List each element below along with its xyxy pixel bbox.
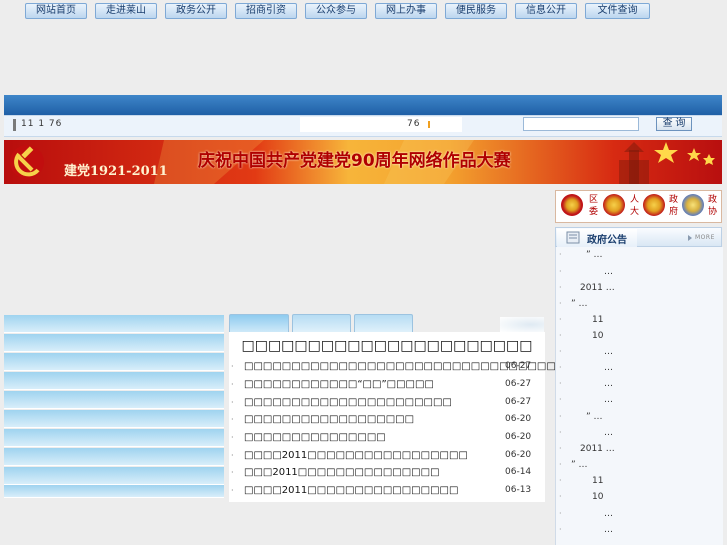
list-item[interactable]: ·” … (556, 457, 723, 473)
info-bar-marker (13, 119, 16, 131)
party-committee-emblem-icon[interactable] (561, 194, 583, 216)
list-item[interactable]: ·… (556, 344, 723, 360)
news-date: 06-20 (505, 432, 532, 442)
search-input[interactable] (523, 117, 639, 131)
nav-home[interactable]: 网站首页 (25, 3, 87, 19)
news-title[interactable]: □□□□□□□□□□□□□□□ (244, 432, 386, 443)
nav-document-search[interactable]: 文件查询 (585, 3, 650, 19)
gov-notice-list: ·” … ·… · 2011 … ·” … · 11 · 10 ·… ·… ·… ·…… (555, 247, 723, 545)
left-menu-bar[interactable] (4, 391, 224, 409)
hammer-sickle-icon (10, 145, 44, 179)
list-item[interactable]: ·… (556, 376, 723, 392)
tab-news-active[interactable] (229, 314, 289, 333)
gov-notice-more-link[interactable]: MORE (695, 234, 715, 241)
nav-about[interactable]: 走进莱山 (95, 3, 157, 19)
scrolling-notice-area (300, 117, 462, 132)
news-date: 06-20 (505, 450, 532, 460)
list-item[interactable]: ·… (556, 522, 723, 538)
news-row[interactable]: · □□□□□□□□□□□□□□□□□□□□□□□□□□□□□□□□□ 06-27 (229, 360, 556, 378)
news-date: 06-20 (505, 414, 532, 424)
list-item[interactable]: · 10 (556, 328, 723, 344)
list-item[interactable]: · 10 (556, 489, 723, 505)
news-date: 06-14 (505, 467, 532, 477)
org-label-party[interactable]: 区 委 (589, 194, 599, 218)
nav-investment[interactable]: 招商引资 (235, 3, 297, 19)
tab-news-2[interactable] (292, 314, 351, 333)
chevron-right-icon (688, 235, 692, 241)
nav-online-services[interactable]: 网上办事 (375, 3, 437, 19)
left-menu-bar[interactable] (4, 429, 224, 447)
news-date: 06-27 (505, 361, 532, 371)
date-weather-text: 11 1 76 (21, 119, 63, 129)
list-item[interactable]: · 11 (556, 473, 723, 489)
left-menu-bar[interactable] (4, 334, 224, 352)
banner-headline: 庆祝中国共产党建党90周年网络作品大赛 (198, 151, 511, 171)
news-title[interactable]: □□□□□□□□□□□□□□□□□□□□□□ (244, 397, 452, 408)
news-row[interactable]: · □□□□□□□□□□□□□□□□□□□□□□ 06-27 (229, 396, 545, 414)
left-menu-bar[interactable] (4, 372, 224, 390)
news-row[interactable]: · □□□□2011□□□□□□□□□□□□□□□□ 06-13 (229, 484, 545, 502)
government-emblem-icon[interactable] (643, 194, 665, 216)
list-item[interactable]: ·… (556, 360, 723, 376)
list-item[interactable]: ·… (556, 392, 723, 408)
left-menu-bar[interactable] (4, 315, 224, 333)
nav-gov-affairs[interactable]: 政务公开 (165, 3, 227, 19)
left-menu-bar[interactable] (4, 410, 224, 428)
news-title[interactable]: □□□□□□□□□□□□“□□”□□□□□ (244, 379, 434, 390)
monument-icon (619, 142, 649, 184)
nav-info-disclosure[interactable]: 信息公开 (515, 3, 577, 19)
cppcc-emblem-icon[interactable] (682, 194, 704, 216)
banner-years-text: 建党1921-2011 (64, 164, 168, 179)
left-menu-bar[interactable] (4, 485, 224, 498)
news-date: 06-13 (505, 485, 532, 495)
gov-notice-title: 政府公告 (587, 235, 627, 246)
tab-news-3[interactable] (354, 314, 413, 333)
peoples-congress-emblem-icon[interactable] (603, 194, 625, 216)
list-item[interactable]: ·” … (556, 409, 723, 425)
list-item[interactable]: · 2011 … (556, 441, 723, 457)
news-row[interactable]: · □□□□2011□□□□□□□□□□□□□□□□□ 06-20 (229, 449, 545, 467)
news-row[interactable]: · □□□□□□□□□□□□□□□□□□ 06-20 (229, 413, 545, 431)
news-title[interactable]: □□□□□□□□□□□□□□□□□□ (244, 414, 414, 425)
list-item[interactable]: ·” … (556, 247, 723, 263)
headline-news[interactable]: □□□□□□□□□□□□□□□□□□□□□□ (229, 338, 545, 354)
scrolling-notice-number: 76 (407, 119, 421, 129)
org-label-congress[interactable]: 人 大 (630, 194, 640, 218)
news-row[interactable]: · □□□□□□□□□□□□“□□”□□□□□ 06-27 (229, 378, 545, 396)
left-menu-bar[interactable] (4, 353, 224, 371)
list-item[interactable]: ·” … (556, 296, 723, 312)
news-row[interactable]: · □□□□□□□□□□□□□□□ 06-20 (229, 431, 545, 449)
left-menu-bar[interactable] (4, 448, 224, 466)
stars-icon (654, 142, 715, 165)
list-item[interactable]: · 2011 … (556, 280, 723, 296)
document-icon (566, 231, 580, 244)
left-menu-bar[interactable] (4, 467, 224, 485)
notice-indicator-icon (428, 121, 430, 128)
search-button[interactable]: 查 询 (656, 117, 692, 131)
news-title[interactable]: □□□□2011□□□□□□□□□□□□□□□□□ (244, 450, 468, 461)
list-item[interactable]: ·… (556, 264, 723, 280)
news-date: 06-27 (505, 379, 532, 389)
news-title[interactable]: □□□2011□□□□□□□□□□□□□□□ (244, 467, 440, 478)
nav-citizen-services[interactable]: 便民服务 (445, 3, 507, 19)
list-item[interactable]: · 11 (556, 312, 723, 328)
main-nav (4, 95, 722, 115)
list-item[interactable]: ·… (556, 506, 723, 522)
news-title[interactable]: □□□□2011□□□□□□□□□□□□□□□□ (244, 485, 458, 496)
news-date: 06-27 (505, 397, 532, 407)
nav-public-participation[interactable]: 公众参与 (305, 3, 367, 19)
list-item[interactable]: ·… (556, 425, 723, 441)
news-row[interactable]: · □□□2011□□□□□□□□□□□□□□□ 06-14 (229, 466, 545, 484)
tab-decoration (500, 317, 544, 332)
org-label-government[interactable]: 政 府 (669, 194, 679, 218)
org-label-cppcc[interactable]: 政 协 (708, 194, 718, 218)
